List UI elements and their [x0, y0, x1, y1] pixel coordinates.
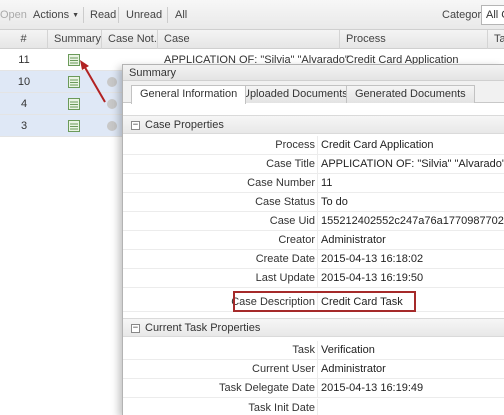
divider [317, 212, 318, 231]
tab-content: − Case Properties Process Credit Card App… [123, 105, 504, 415]
toolbar-separator [83, 7, 84, 23]
row-number: 4 [20, 98, 28, 110]
collapse-icon[interactable]: − [131, 121, 140, 130]
section-title: Current Task Properties [145, 322, 261, 334]
column-summary[interactable]: Summary [48, 30, 102, 49]
property-value: 11 [321, 177, 333, 189]
row-number: 3 [20, 120, 28, 132]
property-row: Create Date 2015-04-13 16:18:02 [123, 250, 504, 269]
property-label: Case Status [255, 196, 315, 208]
property-label: Case Title [266, 158, 315, 170]
row-number: 10 [17, 76, 31, 88]
column-process[interactable]: Process [340, 30, 488, 49]
property-value: 155212402552c247a76a177098770202 [321, 215, 504, 227]
divider [317, 155, 318, 174]
actions-menu-button[interactable]: Actions ▼ [33, 9, 79, 21]
grid-header: # Summary Case Not... Case Process Ta [0, 30, 504, 49]
property-label: Case Uid [269, 215, 315, 227]
divider [317, 269, 318, 288]
property-row: Current User Administrator [123, 360, 504, 379]
toolbar-separator [167, 7, 168, 23]
summary-sheet-icon[interactable] [68, 120, 80, 132]
property-value: 2015-04-13 16:19:50 [321, 272, 424, 284]
property-row: Case Title APPLICATION OF: "Silvia" "Alva… [123, 155, 504, 174]
property-row: Task Init Date [123, 399, 504, 415]
divider [317, 136, 318, 155]
property-row: Case Status To do [123, 193, 504, 212]
divider [317, 379, 318, 398]
property-label: Case Number [247, 177, 315, 189]
tab-uploaded-documents[interactable]: Uploaded Documents [233, 85, 357, 103]
property-row: Case Uid 155212402552c247a76a177098770202 [123, 212, 504, 231]
property-label: Current User [252, 363, 315, 375]
divider [317, 193, 318, 212]
divider [317, 250, 318, 269]
actions-label: Actions [33, 9, 70, 21]
category-label: Category [442, 9, 487, 21]
divider [317, 231, 318, 250]
column-task[interactable]: Ta [488, 30, 504, 49]
property-value: Administrator [321, 234, 386, 246]
property-value: Credit Card Task [321, 296, 403, 308]
property-label: Task Init Date [248, 402, 315, 414]
property-row: Task Verification [123, 341, 504, 360]
column-case-notes[interactable]: Case Not... [102, 30, 158, 49]
property-label: Case Description [231, 296, 315, 308]
category-select[interactable]: All Ca [481, 5, 504, 25]
top-toolbar: Open Actions ▼ Read Unread All Category A… [0, 0, 504, 30]
table-row[interactable]: 3 [0, 115, 125, 137]
tab-strip: General Information Uploaded Documents G… [123, 81, 504, 104]
toolbar-separator [118, 7, 119, 23]
case-properties-header[interactable]: − Case Properties [123, 115, 504, 134]
property-label: Create Date [255, 253, 315, 265]
section-title: Case Properties [145, 119, 224, 131]
divider [317, 174, 318, 193]
property-row: Task Delegate Date 2015-04-13 16:19:49 [123, 379, 504, 398]
column-number[interactable]: # [0, 30, 48, 49]
divider [317, 360, 318, 379]
property-row: Last Update 2015-04-13 16:19:50 [123, 269, 504, 288]
unread-filter-button[interactable]: Unread [126, 9, 162, 21]
property-label: Task Delegate Date [219, 382, 315, 394]
row-number: 11 [18, 54, 30, 66]
read-filter-button[interactable]: Read [90, 9, 116, 21]
property-row: Case Number 11 [123, 174, 504, 193]
property-row: Creator Administrator [123, 231, 504, 250]
dialog-title: Summary [123, 65, 504, 81]
column-case[interactable]: Case [158, 30, 340, 49]
property-value: Verification [321, 344, 375, 356]
property-row: Process Credit Card Application [123, 136, 504, 155]
property-label: Creator [278, 234, 315, 246]
open-button[interactable]: Open [0, 9, 27, 21]
summary-dialog: Summary General Information Uploaded Doc… [122, 64, 504, 415]
divider [317, 341, 318, 360]
current-task-properties-header[interactable]: − Current Task Properties [123, 318, 504, 337]
divider [317, 399, 318, 415]
property-label: Process [275, 139, 315, 151]
divider [317, 293, 318, 312]
property-value: 2015-04-13 16:18:02 [321, 253, 424, 265]
property-value: To do [321, 196, 348, 208]
note-dot-icon [107, 121, 117, 131]
collapse-icon[interactable]: − [131, 324, 140, 333]
property-label: Task [292, 344, 315, 356]
property-value: Credit Card Application [321, 139, 434, 151]
all-filter-button[interactable]: All [175, 9, 187, 21]
tab-general-information[interactable]: General Information [131, 85, 247, 104]
property-value: 2015-04-13 16:19:49 [321, 382, 424, 394]
property-label: Last Update [255, 272, 315, 284]
property-value: Administrator [321, 363, 386, 375]
tab-generated-documents[interactable]: Generated Documents [346, 85, 475, 103]
caret-down-icon: ▼ [72, 12, 80, 19]
property-value: APPLICATION OF: "Silvia" "Alvarado" [321, 158, 504, 170]
property-row-case-description: Case Description Credit Card Task [123, 293, 504, 312]
red-arrow [80, 60, 106, 103]
